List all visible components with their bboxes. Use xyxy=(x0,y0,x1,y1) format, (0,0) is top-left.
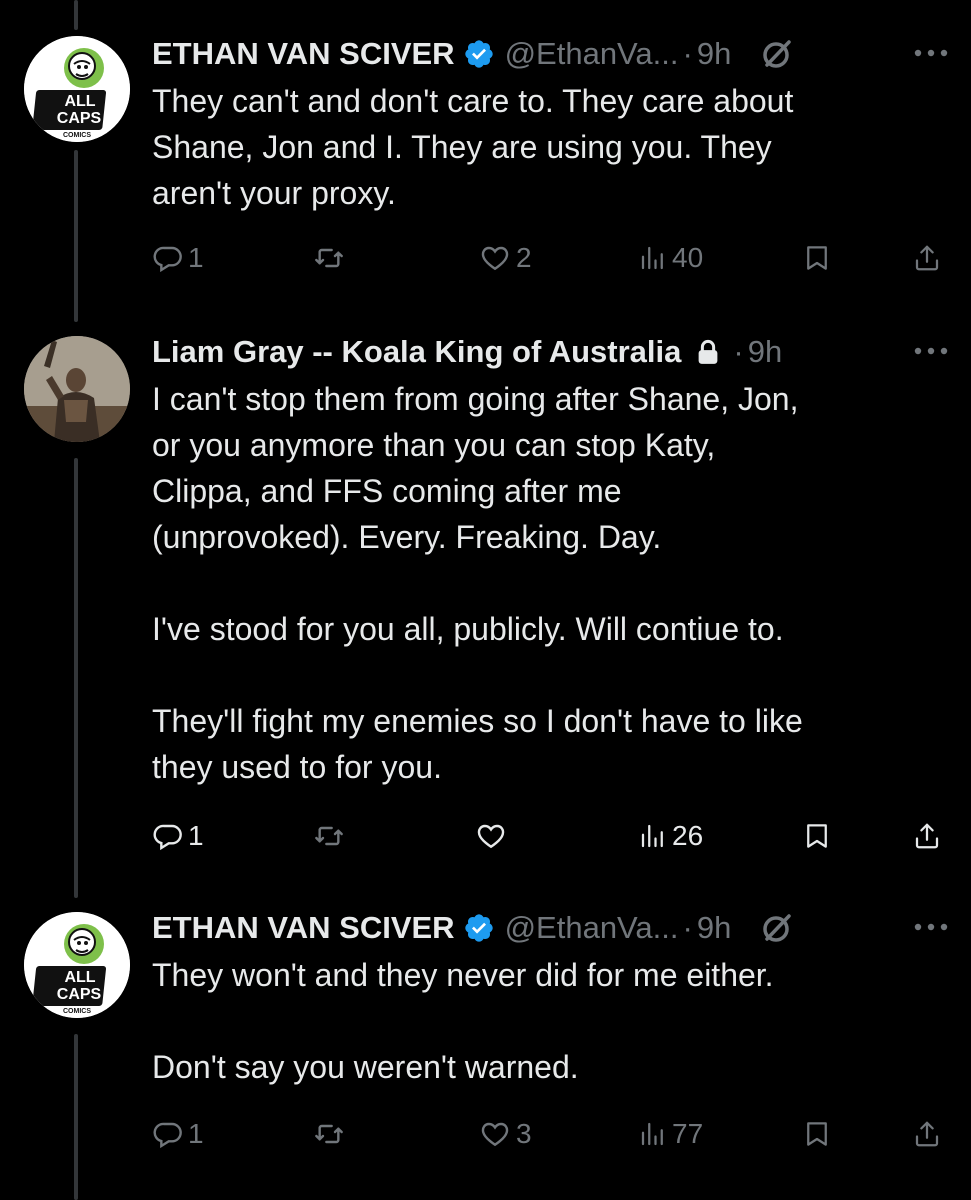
like-button[interactable] xyxy=(474,816,512,856)
like-count: 3 xyxy=(516,1118,532,1149)
timestamp[interactable]: 9h xyxy=(748,334,782,370)
tweet-3[interactable]: ALL CAPS COMICS ETHAN VAN SCIVER @EthanV… xyxy=(0,904,971,1200)
avatar[interactable]: ALL CAPS COMICS xyxy=(24,912,130,1018)
reply-count: 1 xyxy=(188,242,204,273)
separator-dot: · xyxy=(682,36,693,71)
display-name[interactable]: ETHAN VAN SCIVER xyxy=(152,36,455,72)
bookmark-button[interactable] xyxy=(802,238,832,278)
display-name[interactable]: Liam Gray -- Koala King of Australia xyxy=(152,334,681,370)
logo-text: COMICS xyxy=(63,1008,91,1015)
share-button[interactable] xyxy=(912,816,942,856)
tweet-header: ETHAN VAN SCIVER @EthanVa... · 9h xyxy=(152,30,951,78)
all-caps-logo-icon: ALL CAPS COMICS xyxy=(24,912,130,1018)
view-count: 26 xyxy=(672,820,704,851)
share-icon xyxy=(915,245,939,271)
repost-icon xyxy=(315,826,343,846)
logo-text: ALL xyxy=(64,969,95,986)
avatar[interactable]: ALL CAPS COMICS xyxy=(24,36,130,142)
like-button[interactable]: 3 xyxy=(478,1114,532,1154)
lock-icon xyxy=(693,336,725,368)
repost-icon xyxy=(315,248,343,268)
reply-icon xyxy=(153,1122,182,1149)
repost-icon xyxy=(315,1124,343,1144)
user-handle[interactable]: @EthanVa... xyxy=(505,36,679,72)
more-options-icon[interactable] xyxy=(911,336,951,366)
repost-button[interactable] xyxy=(312,1114,346,1154)
like-count: 2 xyxy=(516,242,532,273)
more-options-icon[interactable] xyxy=(911,38,951,68)
reply-button[interactable]: 1 xyxy=(152,238,204,278)
heart-icon xyxy=(477,824,505,849)
view-count: 77 xyxy=(672,1118,704,1149)
grok-icon[interactable] xyxy=(759,36,795,72)
bookmark-icon xyxy=(807,1122,827,1146)
tweet-2[interactable]: Liam Gray -- Koala King of Australia · 9… xyxy=(0,328,971,868)
separator-dot: · xyxy=(733,334,744,369)
like-button[interactable]: 2 xyxy=(478,238,532,278)
repost-button[interactable] xyxy=(312,238,346,278)
reply-button[interactable]: 1 xyxy=(152,1114,204,1154)
action-bar: 1 3 77 xyxy=(152,1114,947,1154)
logo-text: CAPS xyxy=(57,110,102,127)
views-icon xyxy=(641,246,663,270)
timestamp[interactable]: 9h xyxy=(697,36,731,72)
views-button[interactable]: 40 xyxy=(638,238,703,278)
bookmark-icon xyxy=(807,824,827,848)
reply-button[interactable]: 1 xyxy=(152,816,204,856)
logo-text: CAPS xyxy=(57,986,102,1003)
all-caps-logo-icon: ALL CAPS COMICS xyxy=(24,36,130,142)
reply-count: 1 xyxy=(188,1118,204,1149)
grok-icon[interactable] xyxy=(759,910,795,946)
reply-icon xyxy=(153,246,182,273)
warrior-avatar-icon xyxy=(24,336,130,442)
view-count: 40 xyxy=(672,242,704,273)
action-bar: 1 26 xyxy=(152,816,947,856)
display-name[interactable]: ETHAN VAN SCIVER xyxy=(152,910,455,946)
heart-icon xyxy=(481,1122,509,1147)
avatar[interactable] xyxy=(24,336,130,442)
action-bar: 1 2 40 xyxy=(152,238,947,278)
views-button[interactable]: 26 xyxy=(638,816,703,856)
verified-badge-icon[interactable] xyxy=(463,38,495,70)
thread-line-top xyxy=(74,0,78,30)
logo-text: COMICS xyxy=(63,132,91,139)
share-icon xyxy=(915,1121,939,1147)
more-options-icon[interactable] xyxy=(911,912,951,942)
share-button[interactable] xyxy=(912,1114,942,1154)
reply-icon xyxy=(153,824,182,851)
views-button[interactable]: 77 xyxy=(638,1114,703,1154)
views-icon xyxy=(641,1122,663,1146)
user-handle[interactable]: @EthanVa... xyxy=(505,910,679,946)
repost-button[interactable] xyxy=(312,816,346,856)
bookmark-button[interactable] xyxy=(802,816,832,856)
tweet-text: I can't stop them from going after Shane… xyxy=(152,381,803,785)
tweet-text: They won't and they never did for me eit… xyxy=(152,957,774,1085)
tweet-header: ETHAN VAN SCIVER @EthanVa... · 9h xyxy=(152,904,951,952)
separator-dot: · xyxy=(682,910,693,945)
timestamp[interactable]: 9h xyxy=(697,910,731,946)
share-button[interactable] xyxy=(912,238,942,278)
tweet-text: They can't and don't care to. They care … xyxy=(152,83,794,211)
tweet-header: Liam Gray -- Koala King of Australia · 9… xyxy=(152,328,951,376)
bookmark-button[interactable] xyxy=(802,1114,832,1154)
verified-badge-icon[interactable] xyxy=(463,912,495,944)
logo-text: ALL xyxy=(64,93,95,110)
tweet-1[interactable]: ALL CAPS COMICS ETHAN VAN SCIVER @EthanV… xyxy=(0,30,971,310)
views-icon xyxy=(641,824,663,848)
reply-count: 1 xyxy=(188,820,204,851)
bookmark-icon xyxy=(807,246,827,270)
heart-icon xyxy=(481,246,509,271)
share-icon xyxy=(915,823,939,849)
